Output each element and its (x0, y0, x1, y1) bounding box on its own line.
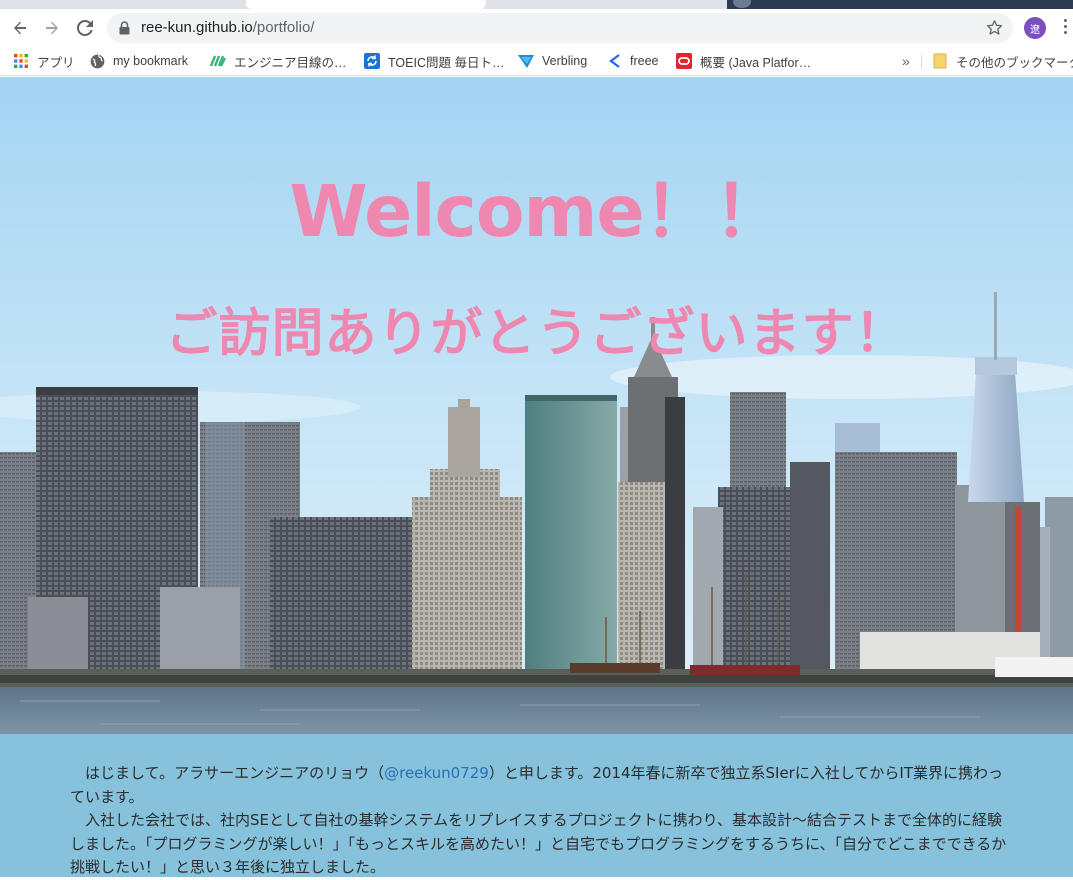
back-arrow-icon (14, 21, 26, 35)
apps-grid-icon (13, 53, 29, 69)
inactive-tab[interactable] (727, 0, 1073, 9)
profile-avatar[interactable]: 遼 (1024, 17, 1046, 39)
bookmark-apps[interactable]: アプリ (13, 51, 75, 71)
bookmark-freee[interactable]: freee (606, 51, 659, 71)
hero-section: Welcome！！ ご訪問ありがとうございます！ (0, 77, 1073, 734)
active-tab[interactable] (246, 0, 486, 9)
bookmark-label: Verbling (542, 54, 588, 68)
bookmarks-bar: アプリ my bookmark エンジニア目線の… TOEIC問題 毎日ト… V… (0, 46, 1073, 76)
url-path: /portfolio/ (252, 19, 315, 36)
freee-icon (606, 53, 622, 69)
folder-icon (932, 53, 948, 69)
globe-icon (89, 53, 105, 69)
intro-paragraph-2: 入社した会社では、社内SEとして自社の基幹システムをリプレイスするプロジェクトに… (70, 811, 1007, 876)
hero-subtitle: ご訪問ありがとうございます！ (165, 304, 908, 364)
green-stripes-icon (210, 53, 226, 69)
bookmarks-overflow-button[interactable]: » (902, 51, 910, 71)
url-host: ree-kun.github.io (141, 19, 253, 36)
forward-arrow-icon (46, 21, 58, 35)
other-bookmarks-label: その他のブックマーク (956, 55, 1073, 70)
bookmark-label: freee (630, 54, 659, 68)
oracle-icon (676, 53, 692, 69)
other-bookmarks-folder[interactable]: その他のブックマーク (932, 51, 1073, 71)
bookmarks-overflow-label: » (902, 53, 910, 69)
bookmark-java[interactable]: 概要 (Java Platfor… (676, 51, 811, 71)
blue-refresh-icon (364, 53, 380, 69)
back-button[interactable] (6, 14, 34, 42)
intro-paragraph-1: はじまして。アラサーエンジニアのリョウ（@reekun0729）と申します。20… (70, 762, 1010, 809)
bookmark-label: アプリ (37, 55, 75, 70)
reload-button[interactable] (71, 14, 99, 42)
bookmark-label: エンジニア目線の… (234, 55, 347, 70)
bookmark-label: my bookmark (113, 54, 189, 68)
address-bar[interactable]: ree-kun.github.io/portfolio/ (107, 13, 1013, 43)
intro-text: はじまして。アラサーエンジニアのリョウ（@reekun0729）と申します。20… (70, 762, 1010, 880)
bookmark-label: 概要 (Java Platfor… (700, 55, 812, 70)
bookmark-my-bookmark[interactable]: my bookmark (89, 51, 188, 71)
lock-icon (119, 21, 130, 35)
bookmarks-divider (921, 55, 922, 69)
intro-section: はじまして。アラサーエンジニアのリョウ（@reekun0729）と申します。20… (0, 734, 1073, 877)
hero-title: Welcome！！ (289, 170, 784, 253)
bookmark-star-icon[interactable] (986, 19, 1003, 36)
reload-icon (77, 20, 93, 36)
twitter-handle-link[interactable]: @reekun0729 (384, 764, 489, 782)
intro-p1-before: はじまして。アラサーエンジニアのリョウ（ (85, 764, 385, 782)
url-text: ree-kun.github.io/portfolio/ (141, 19, 314, 36)
bookmark-verbling[interactable]: Verbling (518, 51, 587, 71)
avatar-letter: 遼 (1030, 24, 1040, 36)
tab-strip (0, 0, 1073, 9)
verbling-icon (518, 53, 534, 69)
browser-menu-icon[interactable] (1061, 19, 1069, 37)
forward-button[interactable] (38, 14, 66, 42)
browser-toolbar: ree-kun.github.io/portfolio/ 遼 (0, 9, 1073, 46)
bookmark-engineer[interactable]: エンジニア目線の… (210, 51, 347, 71)
bookmark-label: TOEIC問題 毎日ト… (388, 55, 505, 70)
bookmark-toeic[interactable]: TOEIC問題 毎日ト… (364, 51, 504, 71)
